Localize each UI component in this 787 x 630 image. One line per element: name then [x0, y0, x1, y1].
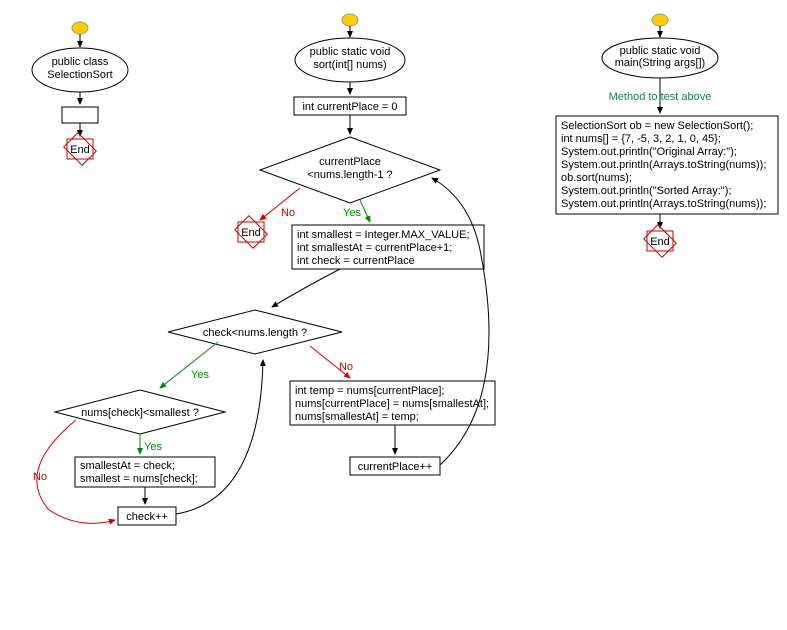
- svg-text:End: End: [70, 144, 90, 156]
- main-flow: public static void main(String args[]) M…: [556, 14, 778, 257]
- body1-l1: int smallest = Integer.MAX_VALUE;: [297, 229, 470, 241]
- swap-3: nums[smallestAt] = temp;: [295, 411, 419, 423]
- outer-inc: currentPlace++: [358, 461, 433, 473]
- inner-cond: check<nums.length ?: [203, 327, 307, 339]
- class-title-line1: public class: [52, 56, 109, 68]
- yes-label-3: Yes: [144, 441, 162, 453]
- b1: SelectionSort ob = new SelectionSort();: [561, 120, 753, 132]
- outer-cond-1: currentPlace: [319, 156, 381, 168]
- yes-label-1: Yes: [343, 207, 361, 219]
- b2: int nums[] = {7, -5, 3, 2, 1, 0, 45};: [561, 133, 721, 145]
- flowchart-diagram: public class SelectionSort End public st…: [0, 0, 787, 630]
- check-inc: check++: [126, 511, 168, 523]
- class-title-line2: SelectionSort: [47, 69, 112, 81]
- body1-l2: int smallestAt = currentPlace+1;: [297, 242, 452, 254]
- end-node-main: End: [644, 225, 677, 258]
- b6: System.out.println("Sorted Array:");: [561, 185, 731, 197]
- left-flow: public class SelectionSort End: [32, 22, 128, 165]
- svg-text:End: End: [650, 236, 670, 248]
- assign-2: smallest = nums[check];: [80, 473, 198, 485]
- svg-text:End: End: [241, 227, 261, 239]
- yes-label-2: Yes: [191, 369, 209, 381]
- empty-box: [62, 107, 98, 123]
- end-node-left: End: [64, 133, 97, 166]
- main-title-2: main(String args[]): [615, 57, 705, 69]
- no-label-3: No: [33, 471, 47, 483]
- swap-1: int temp = nums[currentPlace];: [295, 385, 444, 397]
- sort-title-2: sort(int[] nums): [313, 59, 386, 71]
- init-text: int currentPlace = 0: [302, 101, 397, 113]
- outer-cond-2: <nums.length-1 ?: [307, 169, 392, 181]
- b3: System.out.println("Original Array:");: [561, 146, 737, 158]
- swap-2: nums[currentPlace] = nums[smallestAt];: [295, 398, 489, 410]
- sort-flow: public static void sort(int[] nums) int …: [33, 14, 495, 525]
- no-label-2: No: [339, 361, 353, 373]
- b5: ob.sort(nums);: [561, 172, 632, 184]
- no-label-1: No: [281, 207, 295, 219]
- sort-title-1: public static void: [310, 46, 391, 58]
- b7: System.out.println(Arrays.toString(nums)…: [561, 198, 766, 210]
- main-comment: Method to test above: [609, 91, 712, 103]
- b4: System.out.println(Arrays.toString(nums)…: [561, 159, 766, 171]
- body1-l3: int check = currentPlace: [297, 255, 415, 267]
- assign-1: smallestAt = check;: [80, 460, 175, 472]
- end-node-outer: End: [235, 216, 268, 249]
- nested-cond-text: nums[check]<smallest ?: [81, 407, 199, 419]
- main-title-1: public static void: [620, 45, 701, 57]
